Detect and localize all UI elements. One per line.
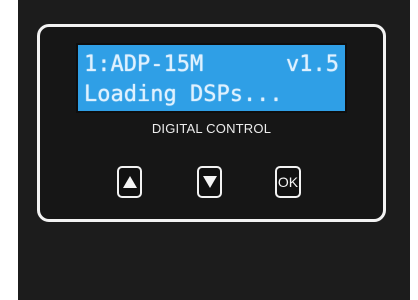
triangle-up-icon	[122, 176, 137, 188]
up-button[interactable]	[117, 166, 142, 198]
down-button[interactable]	[197, 166, 222, 198]
lcd-display: 1:ADP-15M v1.5 Loading DSPs...	[76, 43, 347, 113]
digital-control-label: DIGITAL CONTROL	[151, 121, 272, 136]
lcd-line-1: 1:ADP-15M v1.5	[84, 51, 339, 79]
lcd-status-text: Loading DSPs...	[84, 82, 283, 107]
lcd-version-text: v1.5	[286, 52, 339, 77]
ok-button[interactable]: OK	[275, 166, 301, 198]
triangle-down-icon	[202, 176, 217, 188]
lcd-model-text: 1:ADP-15M	[84, 52, 204, 77]
